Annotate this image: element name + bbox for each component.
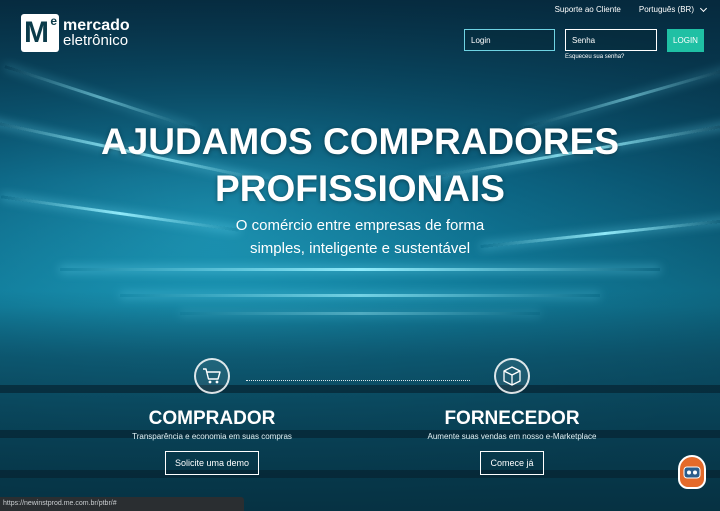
shopping-cart-icon <box>194 358 230 394</box>
buyer-title: COMPRADOR <box>148 408 276 429</box>
logo[interactable]: M e mercado eletrônico <box>21 14 130 52</box>
buyer-description: Transparência e economia em suas compras <box>132 432 292 441</box>
forgot-password-link[interactable]: Esqueceu sua senha? <box>565 54 624 60</box>
password-input[interactable] <box>565 29 657 51</box>
language-label: Português (BR) <box>638 5 694 14</box>
header: M e mercado eletrônico Suporte ao Client… <box>0 0 720 70</box>
support-link[interactable]: Suporte ao Cliente <box>555 5 621 14</box>
subline-line2: simples, inteligente e sustentável <box>249 240 471 257</box>
logo-line1: mercado <box>63 17 130 34</box>
box-icon <box>494 358 530 394</box>
logo-line2: eletrônico <box>63 32 129 49</box>
logo-mark: M e <box>21 14 59 52</box>
headline-line1: AJUDAMOS COMPRADORES <box>100 121 620 162</box>
login-button[interactable]: LOGIN <box>667 29 704 52</box>
chevron-down-icon <box>699 4 708 12</box>
language-selector[interactable]: Português (BR) <box>638 4 708 14</box>
supplier-title: FORNECEDOR <box>444 408 580 429</box>
chatbot-icon[interactable] <box>678 455 706 489</box>
hero-subline: O comércio entre empresas de forma simpl… <box>0 214 720 260</box>
login-input[interactable] <box>464 29 555 51</box>
supplier-description: Aumente suas vendas em nosso e-Marketpla… <box>427 432 597 441</box>
hero-headline: AJUDAMOS COMPRADORES PROFISSIONAIS <box>0 118 720 212</box>
start-now-button[interactable]: Comece já <box>480 451 544 475</box>
utility-links: Suporte ao Cliente Português (BR) <box>555 4 708 14</box>
headline-line2: PROFISSIONAIS <box>215 168 505 209</box>
status-bar-url: https://newinstprod.me.com.br/ptbr/# <box>0 497 244 511</box>
logo-text: mercado eletrônico <box>63 17 130 49</box>
supplier-section: FORNECEDOR Aumente suas vendas em nosso … <box>412 358 612 475</box>
subline-line1: O comércio entre empresas de forma <box>235 217 485 234</box>
request-demo-button[interactable]: Solicite uma demo <box>164 451 260 475</box>
buyer-section: COMPRADOR Transparência e economia em su… <box>112 358 312 475</box>
